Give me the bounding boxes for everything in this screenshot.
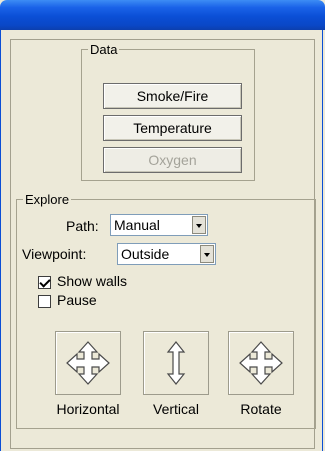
vertical-label: Vertical <box>153 401 199 417</box>
explore-group-legend: Explore <box>25 192 70 207</box>
show-walls-checkbox[interactable] <box>38 276 51 289</box>
viewpoint-dropdown[interactable]: Outside <box>117 243 216 265</box>
vertical-move-button[interactable] <box>143 331 209 395</box>
chevron-down-icon[interactable] <box>200 245 214 263</box>
rotate-label: Rotate <box>240 401 282 417</box>
oxygen-button[interactable]: Oxygen <box>103 147 242 173</box>
smoke-fire-button[interactable]: Smoke/Fire <box>103 83 242 109</box>
chevron-down-icon[interactable] <box>192 216 206 234</box>
vertical-double-arrow-icon <box>166 341 186 385</box>
four-way-arrow-icon <box>66 341 110 385</box>
show-walls-label: Show walls <box>57 273 128 289</box>
path-dropdown-value: Manual <box>114 217 160 233</box>
data-group-legend: Data <box>90 42 118 57</box>
horizontal-move-button[interactable] <box>55 331 121 395</box>
horizontal-label: Horizontal <box>56 401 120 417</box>
viewpoint-dropdown-value: Outside <box>121 246 170 262</box>
path-label: Path: <box>66 218 99 234</box>
pause-checkbox[interactable] <box>38 295 51 308</box>
window-titlebar[interactable] <box>0 0 325 30</box>
path-dropdown[interactable]: Manual <box>110 214 208 236</box>
rotate-button[interactable] <box>228 331 294 395</box>
pause-label: Pause <box>57 292 97 308</box>
rotate-four-way-arrow-icon <box>239 341 283 385</box>
viewpoint-label: Viewpoint: <box>22 246 87 262</box>
temperature-button[interactable]: Temperature <box>103 115 242 141</box>
